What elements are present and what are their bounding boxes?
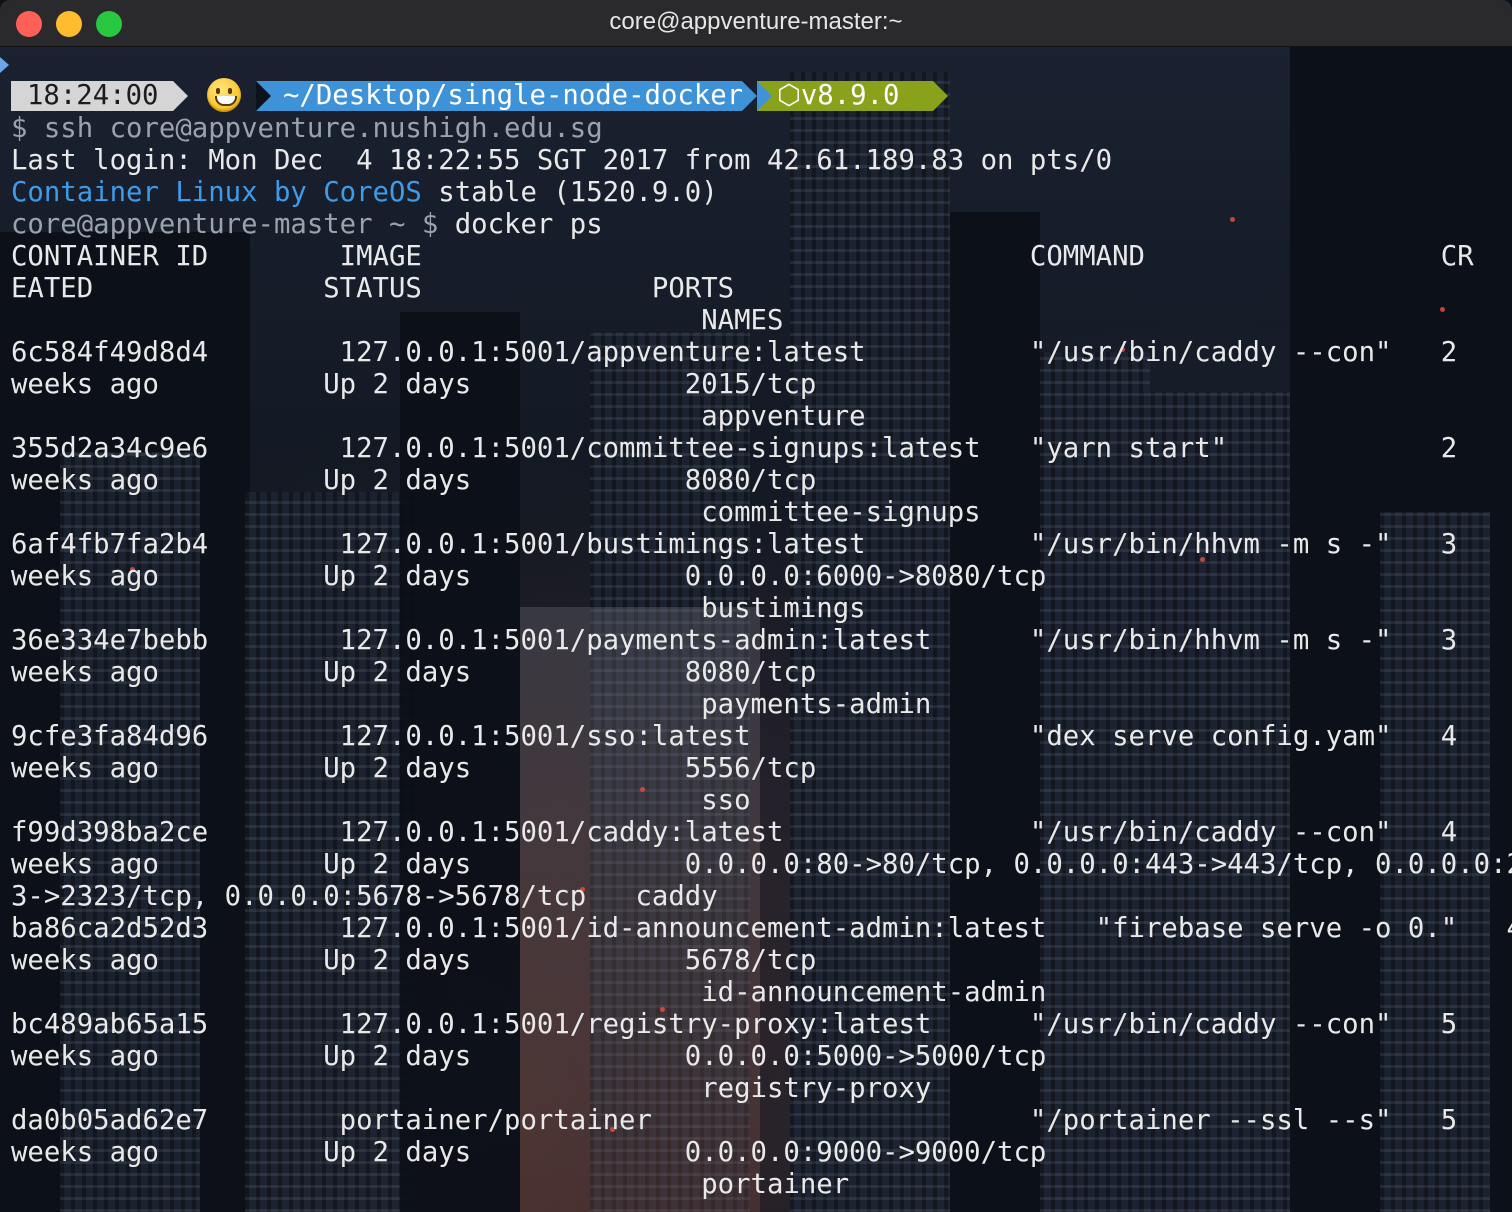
output-line: weeks ago Up 2 days 0.0.0.0:80->80/tcp, … bbox=[11, 849, 1512, 880]
output-line: weeks ago Up 2 days 5678/tcp bbox=[11, 945, 817, 976]
output-line: 36e334e7bebb 127.0.0.1:5001/payments-adm… bbox=[11, 625, 1458, 656]
window-title: core@appventure-master:~ bbox=[609, 8, 903, 35]
ssh-command-line: $ ssh core@appventure.nushigh.edu.sg bbox=[11, 113, 603, 144]
title-bar: core@appventure-master:~ bbox=[0, 0, 1512, 47]
powerline-separator-icon bbox=[757, 81, 772, 111]
output-line: weeks ago Up 2 days 0.0.0.0:5000->5000/t… bbox=[11, 1041, 1047, 1072]
output-line: portainer bbox=[11, 1169, 850, 1200]
output-line: f99d398ba2ce 127.0.0.1:5001/caddy:latest… bbox=[11, 817, 1458, 848]
powerline-separator-icon bbox=[742, 81, 757, 111]
grinning-face-icon bbox=[207, 78, 241, 112]
output-line: weeks ago Up 2 days 8080/tcp bbox=[11, 657, 817, 688]
output-line: id-announcement-admin bbox=[11, 977, 1047, 1008]
output-line: 3->2323/tcp, 0.0.0.0:5678->5678/tcp cadd… bbox=[11, 881, 718, 912]
output-line: EATED STATUS PORTS bbox=[11, 273, 735, 304]
output-line: weeks ago Up 2 days 2015/tcp bbox=[11, 369, 817, 400]
output-line: da0b05ad62e7 portainer/portainer "/porta… bbox=[11, 1105, 1458, 1136]
output-line: 6af4fb7fa2b4 127.0.0.1:5001/bustimings:l… bbox=[11, 529, 1458, 560]
os-name: Container Linux by CoreOS bbox=[11, 177, 422, 208]
prompt-marker-icon bbox=[0, 57, 9, 73]
remote-command: docker ps bbox=[438, 209, 603, 240]
last-login-line: Last login: Mon Dec 4 18:22:55 SGT 2017 … bbox=[11, 145, 1113, 176]
remote-prompt: core@appventure-master ~ $ bbox=[11, 209, 439, 240]
powerline-separator-icon bbox=[933, 81, 948, 111]
output-line: ba86ca2d52d3 127.0.0.1:5001/id-announcem… bbox=[11, 913, 1512, 944]
output-line: weeks ago Up 2 days 0.0.0.0:9000->9000/t… bbox=[11, 1137, 1047, 1168]
prompt-node-version: ⬡v8.9.0 bbox=[757, 81, 933, 111]
os-banner-line: Container Linux by CoreOS stable (1520.9… bbox=[11, 177, 718, 209]
output-line: 355d2a34c9e6 127.0.0.1:5001/committee-si… bbox=[11, 433, 1458, 464]
output-line: appventure bbox=[11, 401, 866, 432]
output-line: committee-signups bbox=[11, 497, 981, 528]
powerline-separator-icon bbox=[173, 81, 188, 111]
output-line: 6c584f49d8d4 127.0.0.1:5001/appventure:l… bbox=[11, 337, 1458, 368]
output-line: 9cfe3fa84d96 127.0.0.1:5001/sso:latest "… bbox=[11, 721, 1458, 752]
os-version: stable (1520.9.0) bbox=[421, 177, 718, 208]
output-line: bc489ab65a15 127.0.0.1:5001/registry-pro… bbox=[11, 1009, 1458, 1040]
prompt-time: 18:24:00 bbox=[11, 81, 173, 111]
terminal-content[interactable]: 18:24:00 ~/Desktop/single-node-docker ⬡v… bbox=[0, 47, 1512, 1212]
output-line: registry-proxy bbox=[11, 1073, 932, 1104]
prompt-path: ~/Desktop/single-node-docker bbox=[256, 81, 743, 111]
output-line: bustimings bbox=[11, 593, 866, 624]
output-line: sso bbox=[11, 785, 751, 816]
output-line: weeks ago Up 2 days 5556/tcp bbox=[11, 753, 817, 784]
output-line: payments-admin bbox=[11, 689, 932, 720]
output-line: weeks ago Up 2 days 8080/tcp bbox=[11, 465, 817, 496]
terminal-window: core@appventure-master:~ 18:24:00 ~/Desk… bbox=[0, 0, 1512, 1212]
remote-command-line: core@appventure-master ~ $ docker ps bbox=[11, 209, 603, 241]
output-line: weeks ago Up 2 days 0.0.0.0:6000->8080/t… bbox=[11, 561, 1047, 592]
powerline-separator-icon bbox=[256, 81, 271, 111]
output-line: NAMES bbox=[11, 305, 784, 336]
output-line: CONTAINER ID IMAGE COMMAND CR bbox=[11, 241, 1474, 272]
